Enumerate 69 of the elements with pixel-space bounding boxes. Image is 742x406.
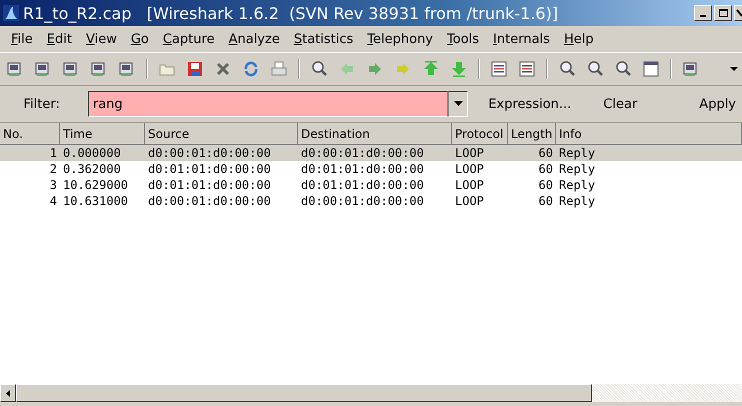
table-cell-text: 60 [538,193,554,209]
menu-item[interactable]: Edit [40,30,79,48]
table-cell-text: d0:01:01:d0:00:00 [300,177,425,193]
horizontal-scrollbar[interactable] [0,383,742,402]
save-icon[interactable] [186,60,204,78]
menu-item[interactable]: Go [124,30,156,48]
menu-item[interactable]: Help [556,30,601,48]
table-cell-text: d0:00:01:d0:00:00 [147,145,272,161]
menu-item[interactable]: Statistics [286,30,360,48]
table-cell-text: d0:01:01:d0:00:00 [300,161,425,177]
table-cell-text: Reply [558,193,596,209]
table-cell-text: 60 [538,145,554,161]
menu-item[interactable]: File [4,30,40,48]
table-cell-text: 1 [48,145,58,161]
menu-item[interactable]: Analyze [222,30,287,48]
filter-field[interactable]: rang [88,91,448,117]
scroll-left-icon[interactable] [0,384,16,402]
reload-icon[interactable] [242,60,260,78]
table-cell-text: 4 [48,193,58,209]
auto-scroll-icon[interactable] [518,60,536,78]
close-file-icon[interactable] [214,60,232,78]
table-cell-text: 60 [538,161,554,177]
zoom-in-icon[interactable] [558,60,576,78]
table-cell-text: d0:00:01:d0:00:00 [300,193,425,209]
table-cell-text: 10.631000 [62,193,130,209]
menu-item[interactable]: Telephony [360,30,440,48]
minimize-button[interactable] [694,5,712,21]
table-cell-text: Reply [558,161,596,177]
packet-row[interactable]: 4 10.631000 d0:00:01:d0:00:00 d0:00:01:d0:00:00 LOOP 60 Reply [0,193,742,209]
colorize-icon[interactable] [490,60,508,78]
table-cell-text: 0.000000 [62,145,122,161]
menu-item[interactable]: Internals [486,30,557,48]
menu-item[interactable]: View [78,30,124,48]
filter-label: Filter: [22,96,60,112]
shark-fin-icon [3,5,19,21]
packet-row[interactable]: 3 10.629000 d0:01:01:d0:00:00 d0:01:01:d0:00:00 LOOP 60 Reply [0,177,742,193]
overflow-caret-icon[interactable] [730,66,738,72]
table-cell-text: 3 [48,177,58,193]
table-cell-text: LOOP [454,145,485,161]
table-cell-text: d0:00:01:d0:00:00 [147,193,272,209]
dropdown-button[interactable] [448,91,468,117]
print-icon[interactable] [270,60,288,78]
packet-row[interactable]: 2 0.362000 d0:01:01:d0:00:00 d0:01:01:d0:00:00 LOOP 60 Reply [0,161,742,177]
filter-button[interactable]: Apply [693,92,742,116]
table-cell-text: d0:01:01:d0:00:00 [147,161,272,177]
table-cell-text: d0:00:01:d0:00:00 [300,145,425,161]
search-icon[interactable] [310,60,328,78]
close-button[interactable] [734,5,742,21]
packet-row[interactable]: 1 0.000000 d0:00:01:d0:00:00 d0:00:01:d0:00:00 LOOP 60 Reply [0,145,742,161]
close-icon [736,8,742,18]
window-title: R1_to_R2.cap [Wireshark 1.6.2 (SVN Rev 38931 from /trunk-1.6)] [23,4,560,22]
menu-item[interactable]: Tools [440,30,486,48]
table-cell-text: LOOP [454,161,485,177]
table-cell-text: d0:01:01:d0:00:00 [147,177,272,193]
table-cell-text: 10.629000 [62,177,130,193]
table-cell-text: 60 [538,177,554,193]
table-cell-text: 0.362000 [62,161,122,177]
maximize-button[interactable] [714,5,732,21]
table-cell-text: Reply [558,145,596,161]
maximize-icon [718,8,728,18]
table-cell-text: Reply [558,177,596,193]
minimize-icon [700,15,706,17]
menu-item[interactable]: Capture [156,30,222,48]
caret-icon [454,101,463,107]
table-cell-text: 2 [48,161,58,177]
filter-button[interactable]: Expression... [482,92,578,116]
table-cell-text: LOOP [454,193,485,209]
table-cell-text: LOOP [454,177,485,193]
filter-button[interactable]: Clear [597,92,644,116]
